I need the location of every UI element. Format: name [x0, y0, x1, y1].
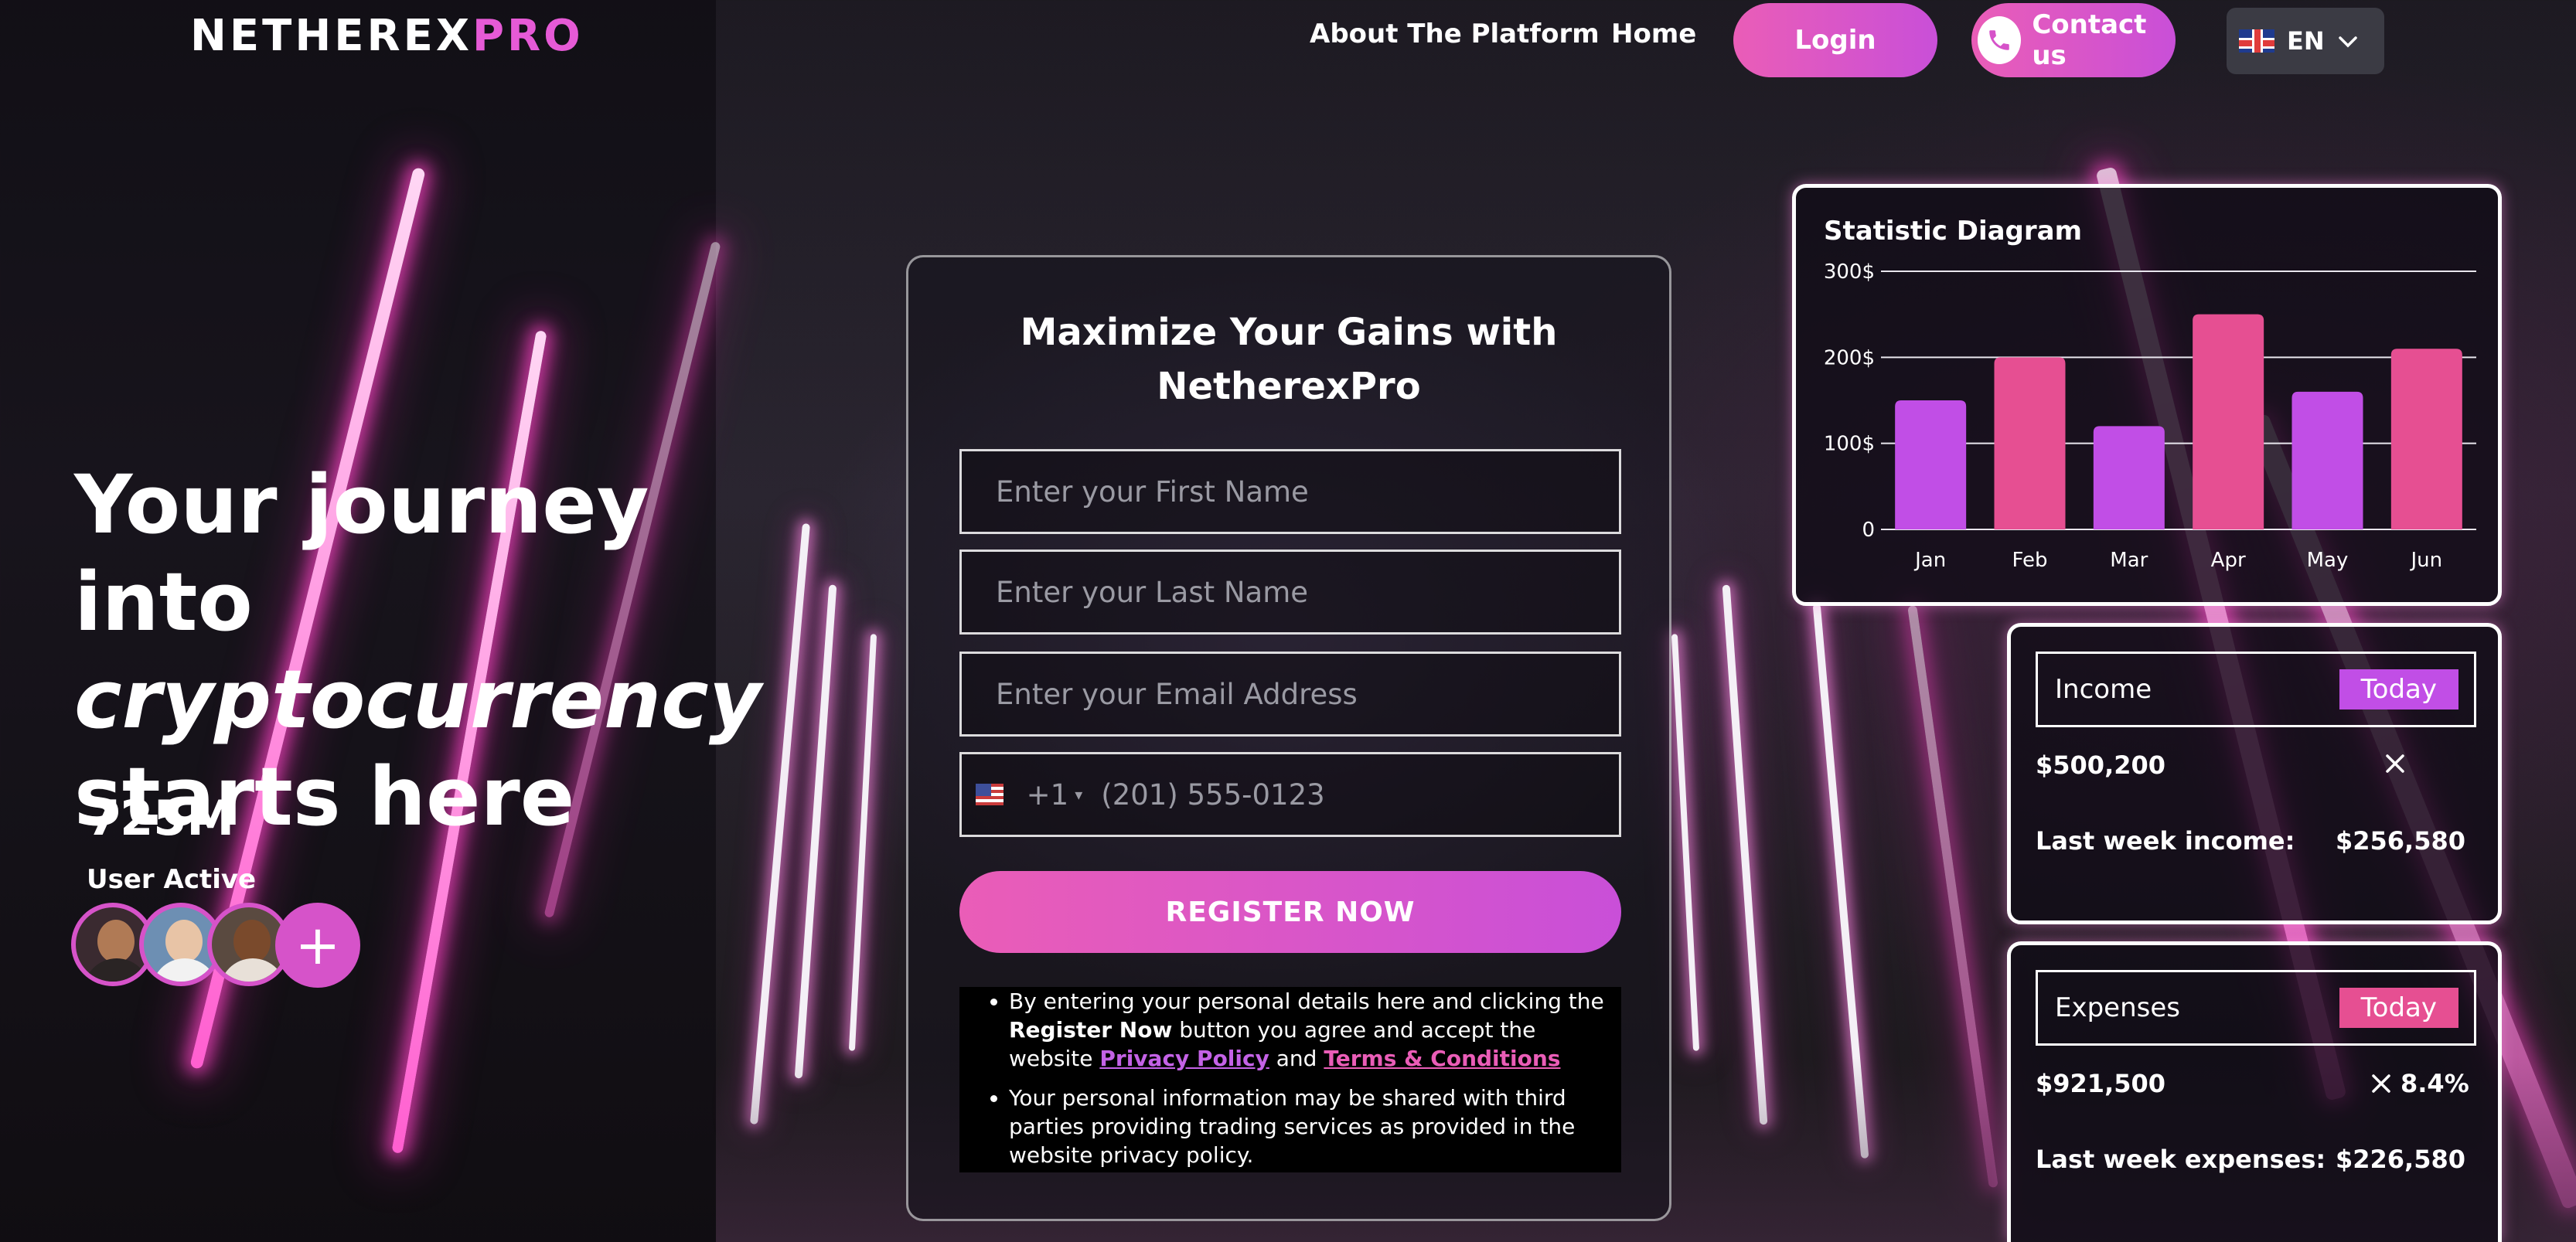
registration-form-card: Maximize Your Gains with NetherexPro +1 …	[906, 255, 1671, 1221]
income-label: Income	[2055, 674, 2152, 705]
expenses-card: Expenses Today $921,500 8.4% Last week e…	[2007, 941, 2502, 1242]
last-week-income-value: $256,580	[2335, 826, 2465, 856]
register-now-label: REGISTER NOW	[1165, 896, 1416, 928]
chart-x-tick-label: May	[2307, 549, 2349, 572]
chevron-down-icon	[2337, 26, 2359, 56]
login-button[interactable]: Login	[1733, 3, 1937, 77]
last-name-input[interactable]	[962, 552, 1619, 632]
chart-y-tick-label: 0	[1862, 519, 1875, 542]
first-name-input[interactable]	[962, 451, 1619, 532]
last-week-expenses-value: $226,580	[2335, 1145, 2465, 1174]
add-user-button[interactable]: +	[275, 903, 360, 988]
chart-x-tick-label: Jun	[2410, 549, 2443, 572]
plus-icon: +	[295, 914, 341, 977]
caret-down-icon[interactable]: ▾	[1075, 785, 1082, 804]
login-button-label: Login	[1794, 25, 1876, 56]
us-flag-icon[interactable]	[976, 784, 1003, 805]
expenses-card-header: Expenses Today	[2036, 970, 2476, 1046]
hero-line-2: cryptocurrency	[74, 652, 762, 747]
close-icon[interactable]	[2382, 750, 2408, 777]
chart-bar-mar	[2093, 426, 2165, 529]
privacy-policy-link[interactable]: Privacy Policy	[1099, 1046, 1269, 1071]
language-code: EN	[2287, 26, 2325, 56]
logo-text-pro: PRO	[472, 11, 584, 61]
brand-logo[interactable]: NETHEREXPRO	[190, 11, 584, 61]
phone-input[interactable]	[1082, 754, 1619, 835]
last-week-income-label: Last week income:	[2036, 826, 2295, 856]
expenses-period-badge[interactable]: Today	[2339, 988, 2458, 1028]
expenses-label: Expenses	[2055, 992, 2180, 1023]
statistic-chart-card: Statistic Diagram 0 100$ 200$ 300$ Jan Feb Mar…	[1792, 184, 2502, 606]
form-title: Maximize Your Gains with NetherexPro	[1020, 311, 1558, 408]
active-users-count: 725M	[87, 790, 235, 846]
chart-bar-feb	[1994, 357, 2066, 529]
email-input[interactable]	[962, 654, 1619, 734]
chart-y-tick-label: 200$	[1824, 346, 1875, 369]
chart-bar-jan	[1895, 400, 1967, 529]
hero-line-1: Your journey into	[74, 458, 649, 649]
terms-disclaimer: By entering your personal details here a…	[959, 987, 1621, 1172]
uk-flag-icon	[2239, 29, 2274, 53]
dial-code[interactable]: +1	[1027, 778, 1069, 812]
nav-home-link[interactable]: Home	[1611, 19, 1696, 49]
income-amount: $500,200	[2036, 750, 2166, 780]
bar-chart: 0 100$ 200$ 300$ Jan Feb Mar Apr May Jun	[1824, 260, 2476, 572]
disclaimer-item-sharing: Your personal information may be shared …	[1009, 1084, 1606, 1169]
chart-x-tick-label: Mar	[2110, 549, 2148, 572]
chart-y-tick-label: 300$	[1824, 260, 1875, 284]
income-period-badge[interactable]: Today	[2339, 669, 2458, 709]
last-week-expenses-label: Last week expenses:	[2036, 1145, 2326, 1174]
chart-x-tick-label: Apr	[2211, 549, 2246, 572]
email-field[interactable]	[959, 652, 1621, 737]
disclaimer-text: By entering your personal details here a…	[1009, 988, 1604, 1014]
last-name-field[interactable]	[959, 550, 1621, 635]
expenses-amount: $921,500	[2036, 1069, 2166, 1098]
logo-text-netherex: NETHEREX	[190, 11, 472, 61]
phone-field[interactable]: +1 ▾	[959, 752, 1621, 837]
disclaimer-text: and	[1269, 1046, 1324, 1071]
expenses-change: 8.4%	[2368, 1069, 2469, 1098]
phone-icon	[1978, 16, 2022, 64]
income-card-header: Income Today	[2036, 652, 2476, 727]
contact-us-button[interactable]: Contact us	[1971, 3, 2176, 77]
chart-bar-may	[2291, 391, 2363, 529]
first-name-field[interactable]	[959, 449, 1621, 534]
disclaimer-item-consent: By entering your personal details here a…	[1009, 987, 1606, 1073]
register-now-button[interactable]: REGISTER NOW	[959, 871, 1621, 953]
nav-about-link[interactable]: About The Platform	[1310, 19, 1600, 49]
chart-y-tick-label: 100$	[1824, 433, 1875, 456]
terms-conditions-link[interactable]: Terms & Conditions	[1324, 1046, 1560, 1071]
active-users-label: User Active	[87, 864, 257, 895]
income-card: Income Today $500,200 Last week income: …	[2007, 623, 2502, 924]
hero-headline: Your journey into cryptocurrency starts …	[74, 456, 762, 846]
chart-x-tick-label: Feb	[2012, 549, 2047, 572]
close-icon[interactable]	[2368, 1070, 2394, 1097]
expenses-change-value: 8.4%	[2401, 1069, 2469, 1098]
chart-bar-jun	[2390, 349, 2462, 529]
language-selector[interactable]: EN	[2227, 8, 2384, 74]
chart-x-tick-label: Jan	[1913, 549, 1946, 572]
disclaimer-bold-text: Register Now	[1009, 1017, 1173, 1043]
chart-bar-apr	[2193, 314, 2264, 529]
contact-us-label: Contact us	[2032, 9, 2147, 71]
